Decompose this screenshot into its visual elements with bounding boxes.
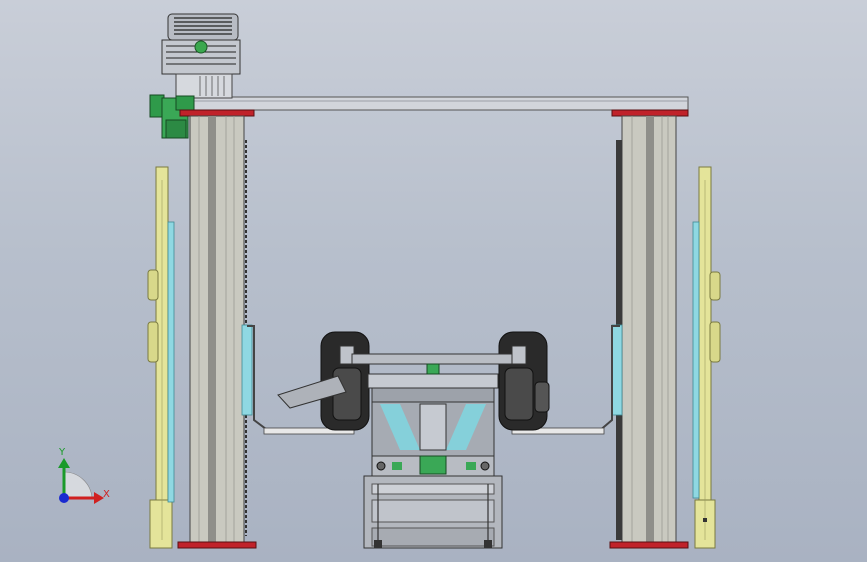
right-lift-column xyxy=(609,109,689,549)
left-guide-rail xyxy=(147,166,175,549)
left-lift-column xyxy=(177,109,257,549)
y-axis-label: Y xyxy=(58,447,66,458)
vehicle-chassis xyxy=(277,331,550,477)
top-crossbeam xyxy=(175,96,689,111)
cad-viewport[interactable]: Y X xyxy=(0,0,867,562)
z-axis-dot-icon xyxy=(59,493,69,503)
y-axis-arrow-icon xyxy=(58,458,70,468)
cad-drawing: Y X xyxy=(58,13,721,549)
x-axis-label: X xyxy=(103,489,110,500)
base-cart xyxy=(363,475,503,549)
right-guide-rail xyxy=(692,166,721,549)
coordinate-triad: Y X xyxy=(58,447,110,504)
